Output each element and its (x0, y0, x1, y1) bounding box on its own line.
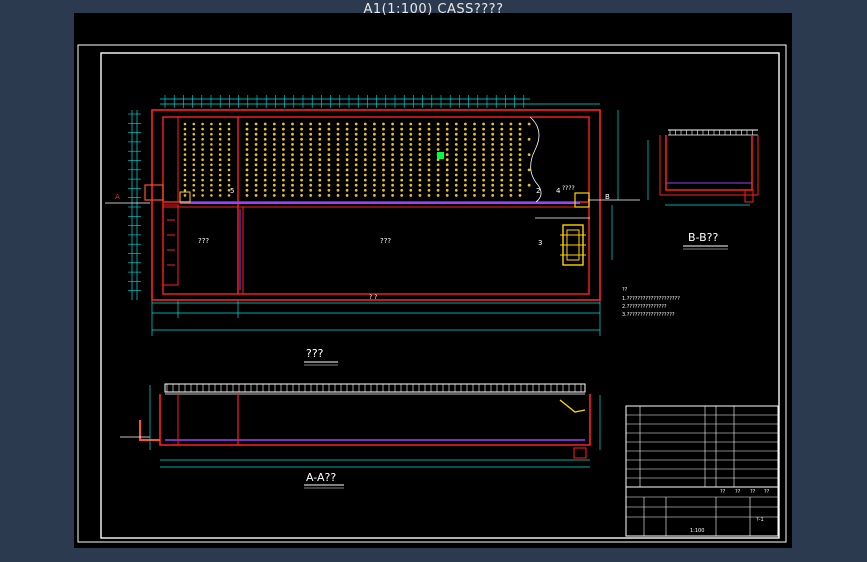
room-center-label: ??? (380, 237, 391, 245)
callout-5: 5 (230, 187, 234, 195)
note-line-1: 1.???????????????????? (622, 296, 680, 302)
callout-4: 4 (556, 187, 561, 195)
top-dimension-ticks (164, 95, 525, 108)
section-bb-label: B-B?? (688, 231, 719, 244)
note-line-3: 3.?????????????????? (622, 312, 675, 318)
drawing-scale: 1:100 (690, 528, 704, 534)
plan-view-label: ??? (306, 347, 324, 360)
bb-railing (669, 130, 753, 135)
tb-header-1: ?? (720, 489, 726, 495)
notes-heading: ?? (622, 287, 628, 293)
tb-header-3: ?? (750, 489, 756, 495)
tank-inner-wall (162, 116, 590, 295)
callout-2: 2 (536, 187, 540, 195)
section-mark-b: B (605, 193, 610, 201)
left-dimension-ticks (128, 113, 141, 292)
highlight-square (437, 152, 444, 159)
tb-header-2: ?? (735, 489, 741, 495)
aerator-grid (183, 122, 531, 197)
cad-drawing: 2 3 4 ???? 5 ??? ??? ? ? A B ??? B-B?? ?… (77, 44, 787, 543)
tb-header-4: ?? (764, 489, 770, 495)
drawing-number: ?-1 (756, 517, 764, 523)
title-block: ?? ?? ?? ?? ?-1 1:100 (625, 405, 779, 537)
note-line-2: 2.??????????????? (622, 304, 667, 310)
section-aa-label: A-A?? (306, 471, 336, 484)
section-mark-a: A (115, 193, 120, 201)
plan-view: 2 3 4 ???? 5 ??? ??? ? ? A B ??? (105, 95, 640, 366)
callout-4-text: ???? (562, 185, 575, 192)
callout-3: 3 (538, 239, 542, 247)
bottom-note: ? ? (369, 294, 377, 301)
room-left-label: ??? (198, 237, 209, 245)
aa-railing (166, 384, 582, 392)
section-aa-view: A-A?? (120, 383, 601, 489)
section-bb-view: B-B?? (647, 129, 759, 250)
notes: ?? 1.???????????????????? 2.????????????… (622, 287, 680, 318)
